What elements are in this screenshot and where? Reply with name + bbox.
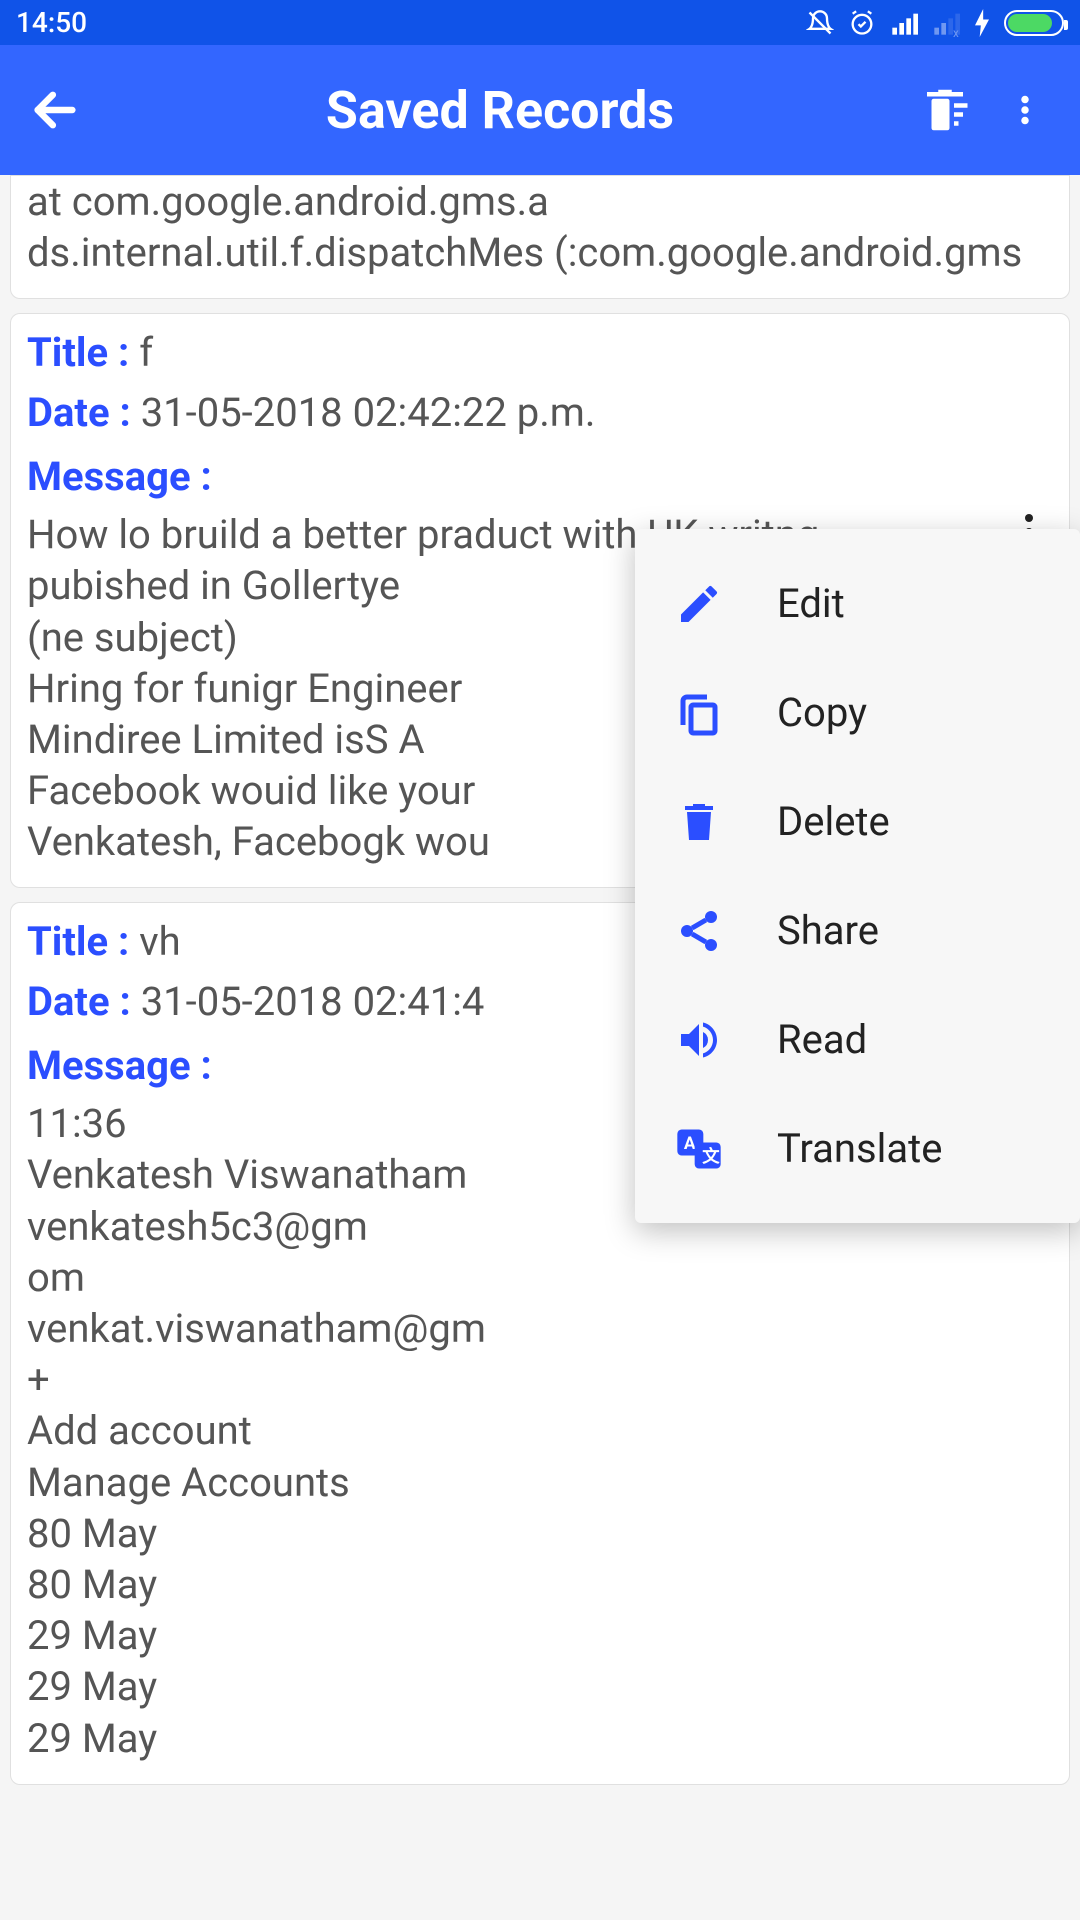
status-bar: 14:50 x <box>0 0 1080 45</box>
menu-item-share[interactable]: Share <box>635 876 1080 985</box>
charging-icon <box>974 9 990 37</box>
back-button[interactable] <box>20 84 90 136</box>
context-menu: Edit Copy Delete Share Read <box>635 529 1080 1223</box>
clear-all-button[interactable] <box>910 83 980 137</box>
edit-icon <box>671 580 727 628</box>
record-date-label: Date : <box>27 978 141 1025</box>
record-partial-text: at com.google.android.gms.a ds.internal.… <box>27 176 1053 278</box>
menu-item-label: Read <box>777 1016 867 1063</box>
svg-text:文: 文 <box>702 1146 720 1167</box>
signal-2-icon: x <box>932 9 960 37</box>
copy-icon <box>671 689 727 737</box>
record-message-label: Message : <box>27 1042 212 1089</box>
menu-item-label: Share <box>777 907 879 954</box>
menu-item-label: Delete <box>777 798 890 845</box>
record-date-label: Date : <box>27 389 141 436</box>
record-title-value: vh <box>139 918 180 965</box>
delete-icon <box>671 798 727 846</box>
status-right: x <box>806 9 1064 37</box>
menu-item-read[interactable]: Read <box>635 985 1080 1094</box>
record-date-value: 31-05-2018 02:42:22 p.m. <box>141 389 596 436</box>
battery-icon <box>1004 10 1064 36</box>
record-title-label: Title : <box>27 918 139 965</box>
menu-item-label: Translate <box>777 1125 942 1172</box>
svg-text:A: A <box>684 1134 696 1154</box>
content-area: at com.google.android.gms.a ds.internal.… <box>0 175 1080 1920</box>
share-icon <box>671 907 727 955</box>
record-message-label: Message : <box>27 453 212 500</box>
menu-item-copy[interactable]: Copy <box>635 658 1080 767</box>
app-bar: Saved Records <box>0 45 1080 175</box>
status-time: 14:50 <box>16 6 87 39</box>
mute-icon <box>806 9 834 37</box>
record-title-label: Title : <box>27 329 139 376</box>
record-date-value: 31-05-2018 02:41:4 <box>141 978 485 1025</box>
menu-item-delete[interactable]: Delete <box>635 767 1080 876</box>
overflow-menu-button[interactable] <box>990 86 1060 134</box>
menu-item-edit[interactable]: Edit <box>635 549 1080 658</box>
speaker-icon <box>671 1016 727 1064</box>
page-title: Saved Records <box>100 80 900 141</box>
menu-item-label: Edit <box>777 580 845 627</box>
record-card-partial[interactable]: at com.google.android.gms.a ds.internal.… <box>10 175 1070 299</box>
menu-item-translate[interactable]: A文 Translate <box>635 1094 1080 1203</box>
translate-icon: A文 <box>671 1123 727 1175</box>
menu-item-label: Copy <box>777 689 867 736</box>
svg-text:x: x <box>953 26 959 37</box>
signal-icon <box>890 9 918 37</box>
alarm-icon <box>848 9 876 37</box>
record-title-value: f <box>139 329 153 376</box>
